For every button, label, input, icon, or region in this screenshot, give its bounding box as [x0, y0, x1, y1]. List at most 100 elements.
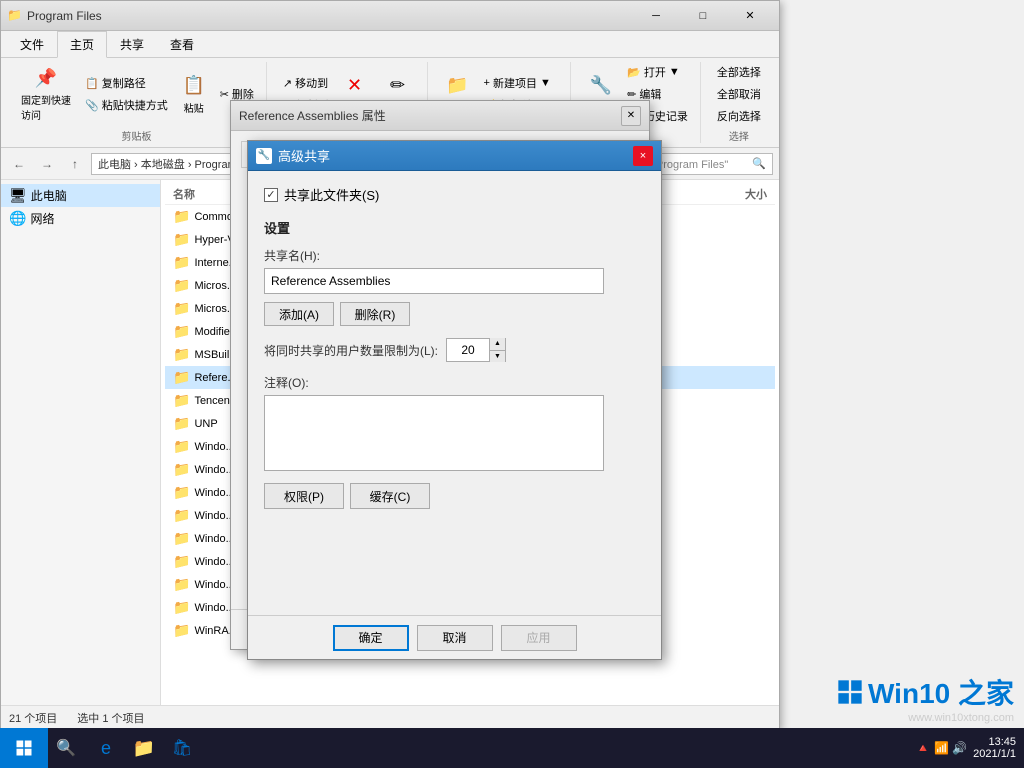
advanced-sharing-title: 高级共享: [278, 146, 633, 165]
close-button[interactable]: ✕: [727, 1, 773, 31]
paste-icon: 📋: [182, 74, 206, 98]
folder-icon: 📁: [173, 484, 190, 501]
pin-icon: 📌: [34, 66, 58, 90]
tray-date: 2021/1/1: [973, 748, 1016, 760]
header-size: 大小: [687, 186, 767, 202]
folder-icon: 📁: [173, 599, 190, 616]
folder-icon: 📁: [173, 346, 190, 363]
copy-button[interactable]: 📋 复制路径: [81, 73, 172, 93]
move-icon: ↗: [283, 77, 292, 90]
tab-share[interactable]: 共享: [107, 31, 157, 57]
share-folder-checkbox-row: ✓ 共享此文件夹(S): [264, 185, 645, 204]
new-item-button[interactable]: + 新建项目 ▼: [480, 73, 563, 93]
tab-home[interactable]: 主页: [57, 31, 107, 58]
folder-icon: 📁: [173, 392, 190, 409]
open-button[interactable]: 📂 打开 ▼: [623, 62, 692, 82]
invert-selection-button[interactable]: 反向选择: [713, 106, 765, 126]
user-limit-spinner[interactable]: 20 ▲ ▼: [446, 338, 506, 362]
folder-icon: 📁: [173, 208, 190, 225]
tab-file[interactable]: 文件: [7, 31, 57, 57]
network-label: 网络: [30, 210, 54, 227]
status-bar: 21 个项目 选中 1 个项目: [1, 705, 779, 729]
select-none-button[interactable]: 全部取消: [713, 84, 765, 104]
taskbar-pinned-apps: e 📁 🛍: [84, 728, 204, 768]
taskbar-explorer-icon[interactable]: 📁: [126, 728, 162, 768]
paste-button[interactable]: 📋 粘贴: [176, 70, 212, 119]
tray-clock: 13:45 2021/1/1: [973, 736, 1016, 760]
edit-icon: ✏: [627, 88, 636, 101]
network-icon: 🌐: [9, 210, 26, 227]
share-folder-label: 共享此文件夹(S): [284, 185, 379, 204]
tray-icons: 🔺 📶 🔊: [916, 741, 968, 755]
back-button[interactable]: ←: [7, 152, 31, 176]
folder-icon: 📁: [173, 277, 190, 294]
win-logo-icon: [836, 678, 864, 706]
folder-icon: 📁: [173, 530, 190, 547]
add-remove-buttons: 添加(A) 删除(R): [264, 302, 645, 326]
adv-apply-button[interactable]: 应用: [501, 625, 577, 651]
rename-icon: ✏: [386, 74, 410, 98]
folder-icon: 📁: [173, 323, 190, 340]
folder-icon: 📁: [173, 553, 190, 570]
comment-input[interactable]: [264, 395, 604, 471]
up-button[interactable]: ↑: [63, 152, 87, 176]
properties-close-button[interactable]: ✕: [621, 106, 641, 126]
maximize-button[interactable]: □: [680, 1, 726, 31]
advanced-sharing-dialog: 🔧 高级共享 × ✓ 共享此文件夹(S) 设置 共享名(H): Referenc…: [247, 140, 662, 660]
scissors-icon: ✂: [220, 88, 229, 101]
this-pc-icon: 🖥: [9, 187, 27, 204]
window-title: Program Files: [27, 9, 633, 23]
clipboard-label: 剪贴板: [121, 128, 151, 143]
taskbar-store-icon[interactable]: 🛍: [164, 728, 200, 768]
taskbar-search-icon: 🔍: [56, 738, 76, 758]
advanced-sharing-body: ✓ 共享此文件夹(S) 设置 共享名(H): Reference Assembl…: [248, 171, 661, 539]
forward-button[interactable]: →: [35, 152, 59, 176]
adv-cancel-button[interactable]: 取消: [417, 625, 493, 651]
share-name-input[interactable]: Reference Assemblies: [264, 268, 604, 294]
sidebar-item-network[interactable]: 🌐 网络: [1, 207, 160, 230]
properties-icon: 🔧: [589, 74, 613, 98]
add-button[interactable]: 添加(A): [264, 302, 334, 326]
move-to-button[interactable]: ↗ 移动到: [279, 73, 332, 93]
permissions-caching-buttons: 权限(P) 缓存(C): [264, 483, 645, 509]
permissions-button[interactable]: 权限(P): [264, 483, 344, 509]
sidebar-item-this-pc[interactable]: 🖥 此电脑: [1, 184, 160, 207]
clipboard-items: 📌 固定到快速访问 📋 复制路径 📎 粘贴快捷方式: [15, 62, 258, 126]
paste-shortcut-button[interactable]: 📎 粘贴快捷方式: [81, 95, 172, 115]
limit-label: 将同时共享的用户数量限制为(L):: [264, 342, 438, 359]
open-icon: 📂: [627, 66, 641, 79]
sidebar: 🖥 此电脑 🌐 网络: [1, 180, 161, 768]
spinner-down-button[interactable]: ▼: [490, 351, 505, 363]
share-folder-checkbox[interactable]: ✓: [264, 188, 278, 202]
taskbar-search-button[interactable]: 🔍: [48, 728, 84, 768]
remove-button[interactable]: 删除(R): [340, 302, 410, 326]
taskbar-tray: 🔺 📶 🔊 13:45 2021/1/1: [916, 736, 1024, 760]
spinner-up-button[interactable]: ▲: [490, 338, 505, 351]
taskbar-edge-icon[interactable]: e: [88, 728, 124, 768]
window-icon: 📁: [7, 8, 23, 24]
folder-icon: 📁: [173, 507, 190, 524]
properties-title-bar: Reference Assemblies 属性 ✕: [231, 101, 649, 131]
adv-ok-button[interactable]: 确定: [333, 625, 409, 651]
this-pc-label: 此电脑: [31, 187, 67, 204]
advanced-sharing-footer: 确定 取消 应用: [248, 615, 661, 659]
caching-button[interactable]: 缓存(C): [350, 483, 430, 509]
minimize-button[interactable]: ─: [633, 1, 679, 31]
watermark-text: Win10 之家: [836, 672, 1014, 712]
properties-title: Reference Assemblies 属性: [239, 107, 621, 124]
comment-label: 注释(O):: [264, 374, 645, 391]
title-bar: 📁 Program Files ─ □ ✕: [1, 1, 779, 31]
folder-icon: 📁: [173, 576, 190, 593]
paste-shortcut-icon: 📎: [85, 99, 99, 112]
title-bar-buttons: ─ □ ✕: [633, 1, 773, 31]
select-all-button[interactable]: 全部选择: [713, 62, 765, 82]
advanced-sharing-title-bar: 🔧 高级共享 ×: [248, 141, 661, 171]
advanced-sharing-close-button[interactable]: ×: [633, 146, 653, 166]
search-icon: 🔍: [752, 157, 766, 170]
start-button[interactable]: [0, 728, 48, 768]
delete-icon: ✕: [343, 74, 367, 98]
folder-icon: 📁: [173, 300, 190, 317]
tab-view[interactable]: 查看: [157, 31, 207, 57]
new-item-icon: +: [484, 77, 490, 89]
pin-to-quick-access-button[interactable]: 📌 固定到快速访问: [15, 62, 77, 126]
